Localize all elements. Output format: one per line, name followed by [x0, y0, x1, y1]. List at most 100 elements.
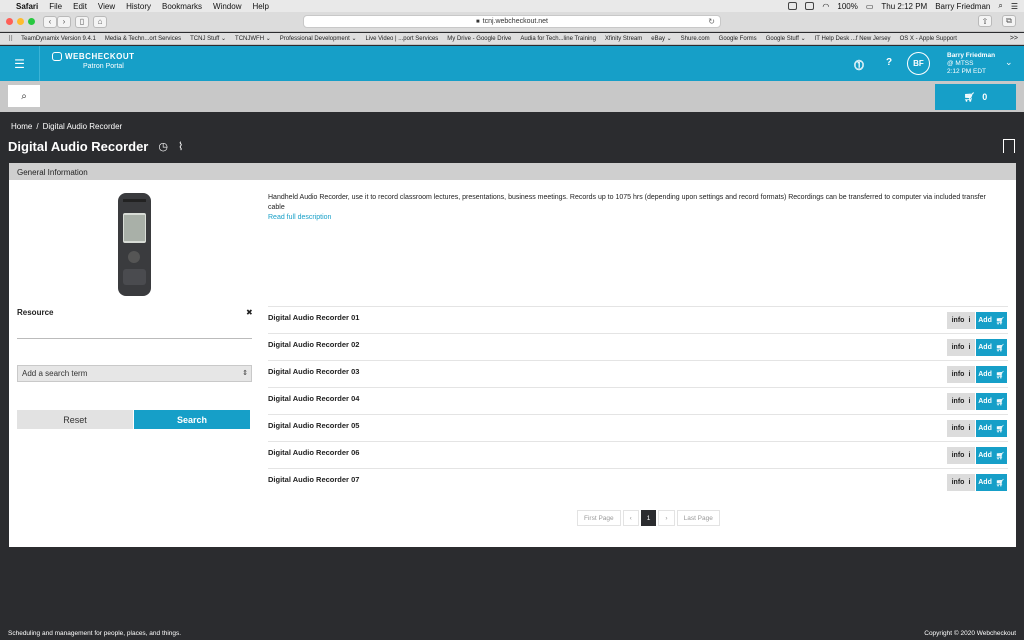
share-icon[interactable]: ⇧ [978, 15, 992, 27]
search-term-select-value: Add a search term [22, 369, 88, 378]
menu-hamburger-icon[interactable]: ☰ [0, 46, 40, 81]
breadcrumb-separator: / [36, 122, 39, 131]
cart-icon: 🛒︎ [995, 371, 1005, 379]
search-icon[interactable]: ⌕ [8, 85, 40, 107]
bookmark-item[interactable]: Media & Techn...ort Services [105, 36, 181, 42]
battery-icon[interactable]: ▭ [866, 2, 874, 11]
menu-edit[interactable]: Edit [73, 2, 87, 11]
cart-button[interactable]: 🛒︎ 0 [935, 84, 1016, 110]
add-to-cart-button[interactable]: Add 🛒︎ [976, 474, 1007, 491]
info-icon: i [968, 344, 971, 351]
back-button[interactable]: ‹ [43, 15, 57, 28]
wifi-icon[interactable]: ◠ [822, 2, 829, 11]
bookmark-icon[interactable] [1003, 139, 1015, 153]
brand-logo[interactable]: WEBCHECKOUT Patron Portal [52, 52, 135, 70]
add-to-cart-button[interactable]: Add 🛒︎ [976, 339, 1007, 356]
bookmark-item[interactable]: Professional Development ⌄ [280, 35, 357, 42]
reload-icon[interactable]: ↻ [708, 17, 715, 26]
search-button[interactable]: Search [134, 410, 250, 429]
close-icon[interactable]: ✖ [246, 308, 253, 317]
bookmark-item[interactable]: OS X - Apple Support [900, 36, 957, 42]
zoom-window-button[interactable] [28, 18, 35, 25]
bookmark-item[interactable]: IT Help Desk ...f New Jersey [815, 36, 891, 42]
previous-page-button[interactable]: ‹ [622, 510, 639, 526]
info-button[interactable]: info i [947, 366, 975, 383]
bookmark-item[interactable]: TCNJWFH ⌄ [235, 35, 271, 42]
paperclip-icon[interactable]: ⌇ [178, 140, 183, 153]
avatar[interactable]: BF [907, 52, 930, 75]
home-icon[interactable]: ⌂ [93, 15, 107, 28]
mac-menubar: Safari File Edit View History Bookmarks … [0, 0, 1024, 12]
clock[interactable]: Thu 2:12 PM [881, 2, 927, 11]
add-to-cart-button[interactable]: Add 🛒︎ [976, 447, 1007, 464]
item-name[interactable]: Digital Audio Recorder 03 [268, 367, 359, 376]
info-button[interactable]: info i [947, 474, 975, 491]
close-window-button[interactable] [6, 18, 13, 25]
item-name[interactable]: Digital Audio Recorder 04 [268, 394, 359, 403]
add-to-cart-button[interactable]: Add 🛒︎ [976, 420, 1007, 437]
bookmarks-overflow-button[interactable]: >> [1010, 35, 1018, 42]
bookmark-item[interactable]: Xfinity Stream [605, 36, 642, 42]
menu-bookmarks[interactable]: Bookmarks [162, 2, 202, 11]
bookmark-item[interactable]: My Drive - Google Drive [447, 36, 511, 42]
info-button[interactable]: info i [947, 393, 975, 410]
menu-help[interactable]: Help [252, 2, 268, 11]
chevron-down-icon[interactable]: ⌄ [1005, 57, 1013, 68]
reset-button[interactable]: Reset [17, 410, 133, 429]
menu-history[interactable]: History [126, 2, 151, 11]
bookmark-item[interactable]: Google Forms [719, 36, 757, 42]
address-bar[interactable]: ■ tcnj.webcheckout.net ↻ [303, 15, 721, 28]
current-page[interactable]: 1 [640, 510, 657, 526]
bookmark-item[interactable]: TeamDynamix Version 9.4.1 [21, 36, 96, 42]
sidebar-toggle-icon[interactable]: ▯ [75, 15, 89, 28]
cart-icon: 🛒︎ [995, 317, 1005, 325]
page-title-row: Digital Audio Recorder ◷ ⌇ [8, 139, 183, 154]
resource-field-underline[interactable] [17, 338, 252, 339]
info-button[interactable]: info i [947, 339, 975, 356]
item-name[interactable]: Digital Audio Recorder 02 [268, 340, 359, 349]
bookmark-item[interactable]: Google Stuff ⌄ [766, 35, 806, 42]
breadcrumb: Home / Digital Audio Recorder [11, 122, 122, 131]
clock-icon[interactable]: ◷ [158, 140, 168, 153]
help-icon[interactable]: ? [886, 57, 892, 68]
accessibility-icon[interactable]: ⓵ [854, 57, 864, 72]
minimize-window-button[interactable] [17, 18, 24, 25]
bookmark-item[interactable]: Live Video | ...port Services [365, 36, 438, 42]
next-page-button[interactable]: › [658, 510, 675, 526]
first-page-button[interactable]: First Page [577, 510, 621, 526]
user-info[interactable]: Barry Friedman @ MTSS 2:12 PM EDT [947, 52, 995, 76]
search-term-select[interactable]: Add a search term ⇕ [17, 365, 252, 382]
read-full-description-link[interactable]: Read full description [268, 214, 331, 221]
menu-app-safari[interactable]: Safari [16, 2, 38, 11]
breadcrumb-home[interactable]: Home [11, 122, 32, 131]
menubar-user[interactable]: Barry Friedman [935, 2, 990, 11]
menu-file[interactable]: File [49, 2, 62, 11]
battery-percent[interactable]: 100% [837, 2, 857, 11]
info-button[interactable]: info i [947, 312, 975, 329]
item-name[interactable]: Digital Audio Recorder 06 [268, 448, 359, 457]
info-button[interactable]: info i [947, 420, 975, 437]
bookmarks-grid-icon[interactable]: ⠿ [8, 35, 13, 43]
item-name[interactable]: Digital Audio Recorder 05 [268, 421, 359, 430]
menu-window[interactable]: Window [213, 2, 241, 11]
add-to-cart-button[interactable]: Add 🛒︎ [976, 366, 1007, 383]
add-to-cart-button[interactable]: Add 🛒︎ [976, 393, 1007, 410]
bookmark-item[interactable]: Shure.com [681, 36, 710, 42]
item-name[interactable]: Digital Audio Recorder 01 [268, 313, 359, 322]
status-tray-icon[interactable] [788, 2, 798, 10]
status-tray-icon[interactable] [805, 2, 815, 10]
spotlight-icon[interactable]: ⌕ [998, 1, 1002, 11]
menu-view[interactable]: View [98, 2, 115, 11]
bookmark-item[interactable]: eBay ⌄ [651, 35, 671, 42]
add-label: Add [978, 479, 992, 486]
tabs-overview-icon[interactable]: ⧉ [1002, 15, 1016, 27]
bookmark-item[interactable]: TCNJ Stuff ⌄ [190, 35, 226, 42]
control-center-icon[interactable]: ☰ [1011, 2, 1018, 11]
bookmark-item[interactable]: Audia for Tech...line Training [520, 36, 596, 42]
info-button[interactable]: info i [947, 447, 975, 464]
item-name[interactable]: Digital Audio Recorder 07 [268, 475, 359, 484]
forward-button[interactable]: › [57, 15, 71, 28]
add-to-cart-button[interactable]: Add 🛒︎ [976, 312, 1007, 329]
user-name: Barry Friedman [947, 52, 996, 59]
last-page-button[interactable]: Last Page [676, 510, 720, 526]
